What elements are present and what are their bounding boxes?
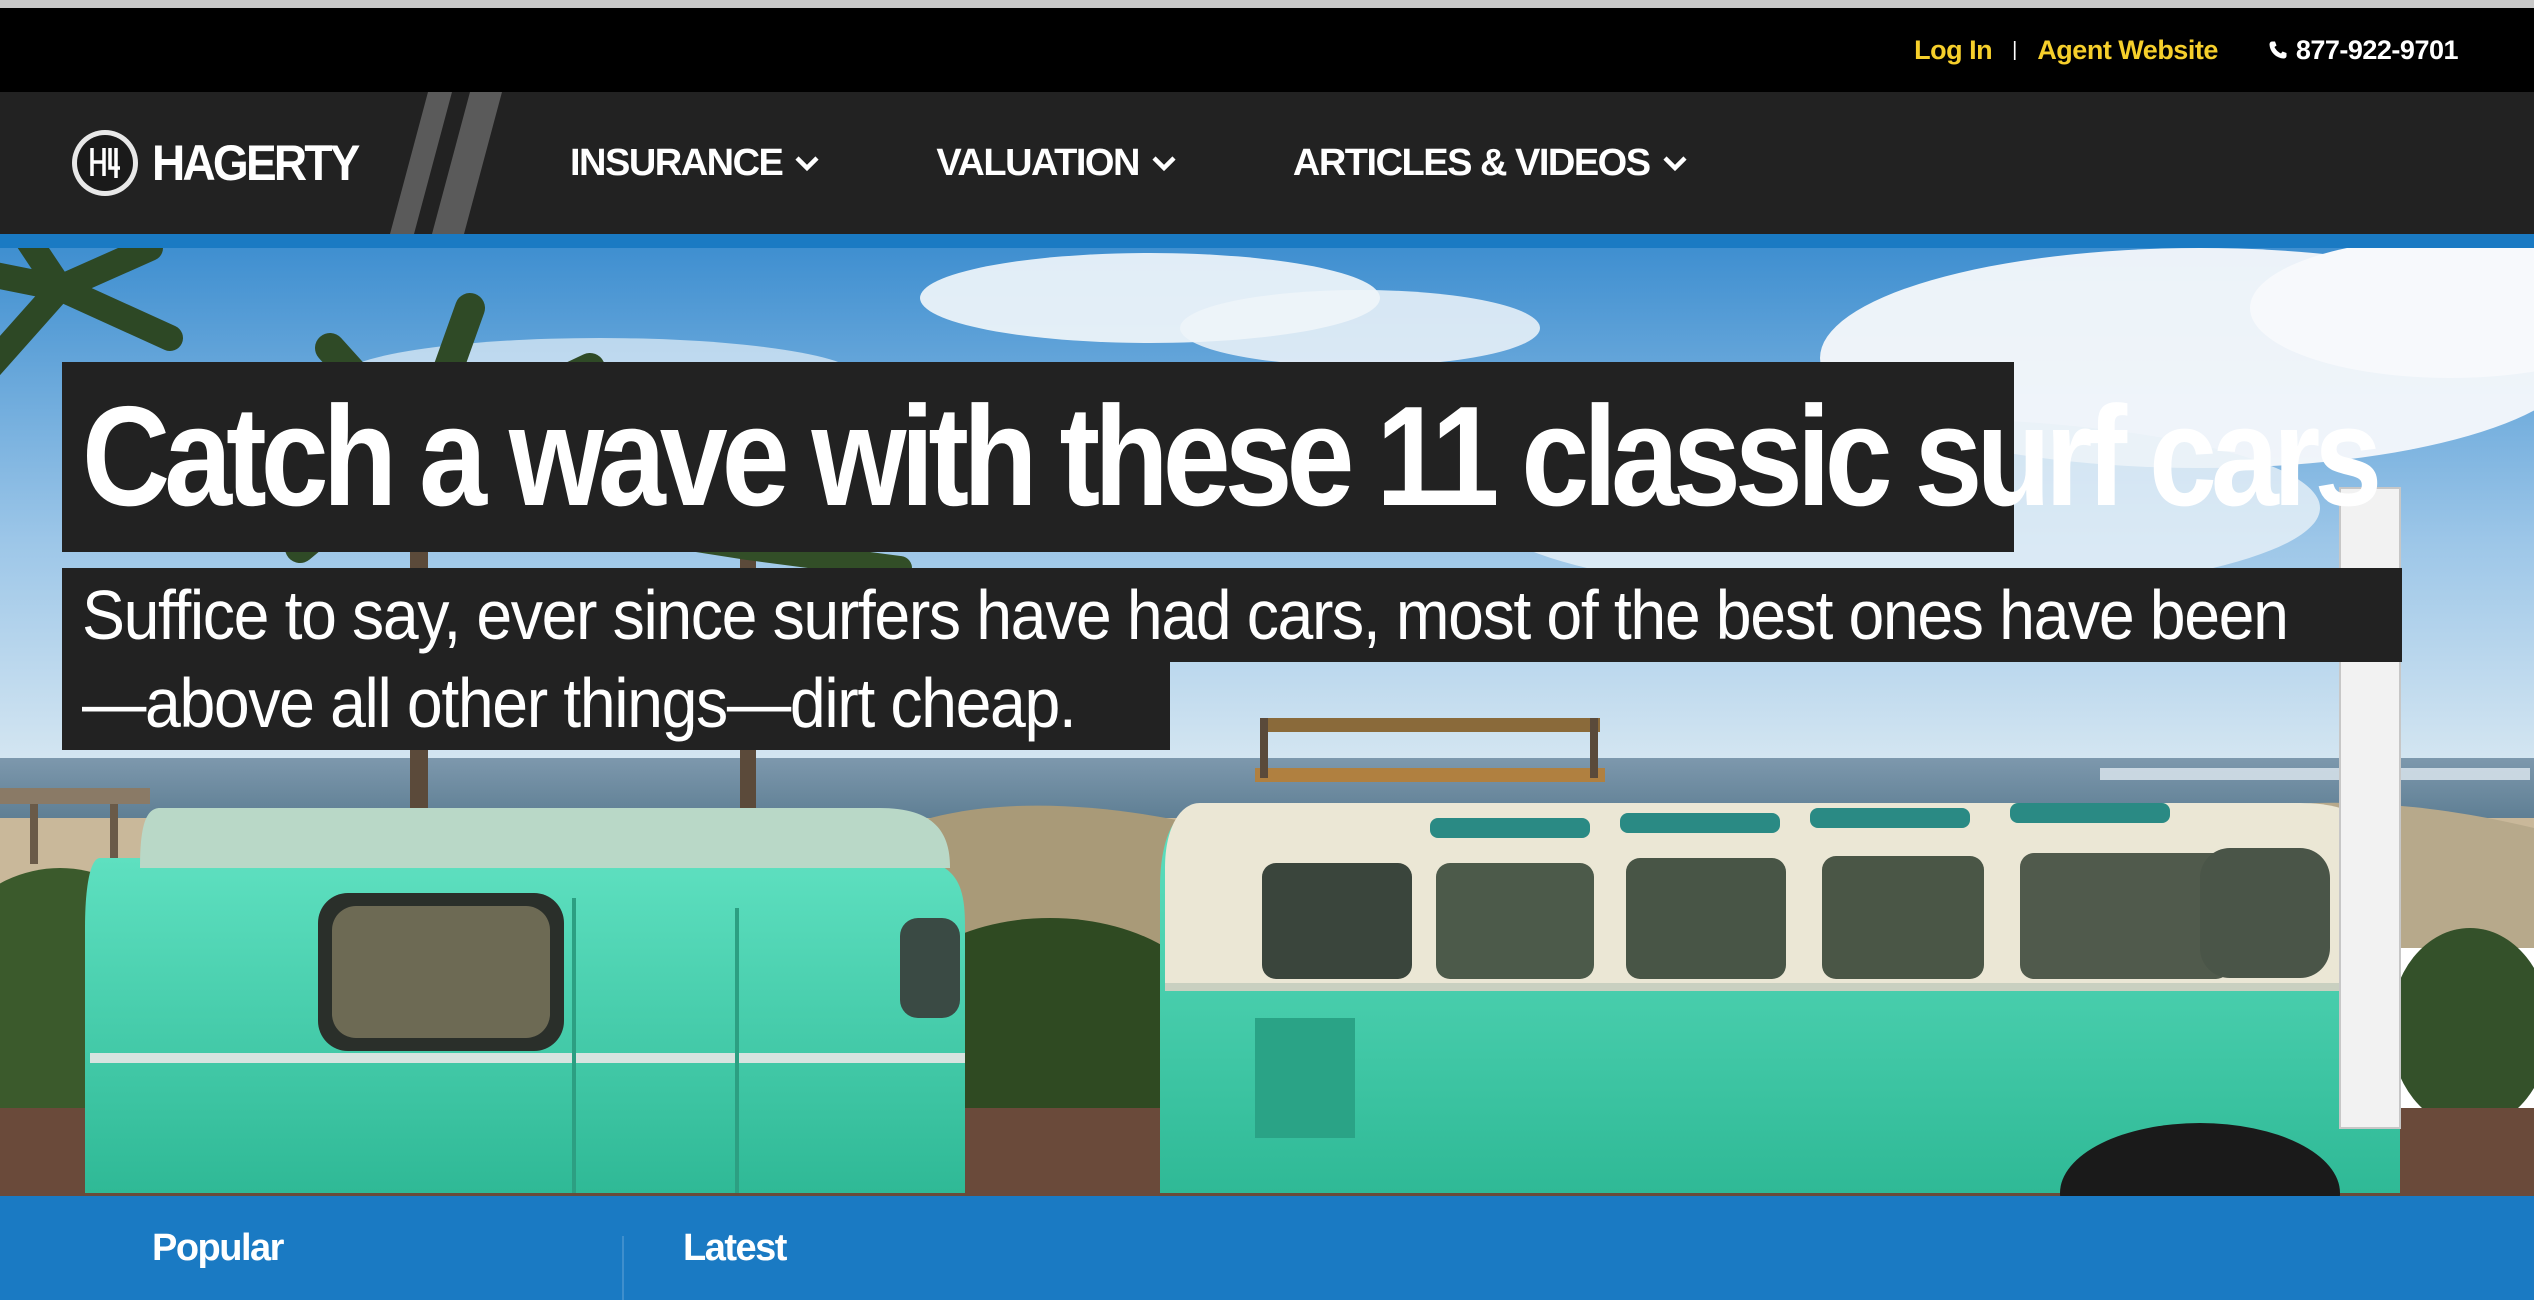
headline-box: Catch a wave with these 11 classic surf … <box>62 362 2382 552</box>
main-navigation: HAGERTY INSURANCE VALUATION ARTICLES & V… <box>0 92 2534 234</box>
chevron-down-icon <box>1151 154 1177 172</box>
nav-item-articles-videos[interactable]: ARTICLES & VIDEOS <box>1293 142 1688 185</box>
logo-wordmark: HAGERTY <box>152 135 360 191</box>
hero-section: Catch a wave with these 11 classic surf … <box>0 248 2534 1196</box>
nav-item-label: INSURANCE <box>570 141 784 184</box>
login-link[interactable]: Log In <box>1914 35 1992 66</box>
agent-website-link[interactable]: Agent Website <box>2037 35 2218 66</box>
utility-separator: | <box>2012 38 2018 61</box>
tab-popular[interactable]: Popular <box>152 1196 284 1300</box>
logo-mark-icon <box>72 130 138 196</box>
utility-links: Log In | Agent Website 877-922-9701 <box>1914 8 2458 92</box>
tab-latest[interactable]: Latest <box>683 1196 787 1300</box>
subhead-box-line-1: Suffice to say, ever since surfers have … <box>62 568 2402 662</box>
phone-link[interactable]: 877-922-9701 <box>2268 34 2459 66</box>
article-subhead-line-2: —above all other things—dirt cheap. <box>82 664 1077 742</box>
hagerty-logo[interactable]: HAGERTY <box>70 125 375 201</box>
nav-item-insurance[interactable]: INSURANCE <box>570 142 820 185</box>
nav-item-valuation[interactable]: VALUATION <box>936 142 1177 185</box>
browser-frame-edge <box>0 0 2534 8</box>
utility-bar: Log In | Agent Website 877-922-9701 <box>0 8 2534 92</box>
nav-item-label: ARTICLES & VIDEOS <box>1292 141 1651 184</box>
phone-icon <box>2268 40 2288 60</box>
phone-number: 877-922-9701 <box>2295 34 2459 65</box>
chevron-down-icon <box>794 154 820 172</box>
nav-accent-strip <box>0 234 2534 248</box>
tab-divider <box>622 1236 624 1300</box>
content-tabs-bar: Popular Latest <box>0 1196 2534 1300</box>
chevron-down-icon <box>1662 154 1688 172</box>
nav-item-label: VALUATION <box>936 141 1140 184</box>
article-headline: Catch a wave with these 11 classic surf … <box>82 377 2382 536</box>
decorative-stripes <box>390 92 502 234</box>
article-subhead-line-1: Suffice to say, ever since surfers have … <box>82 576 2289 654</box>
subhead-box-line-2: —above all other things—dirt cheap. <box>62 656 1170 750</box>
nav-menu: INSURANCE VALUATION ARTICLES & VIDEOS <box>570 92 1804 234</box>
